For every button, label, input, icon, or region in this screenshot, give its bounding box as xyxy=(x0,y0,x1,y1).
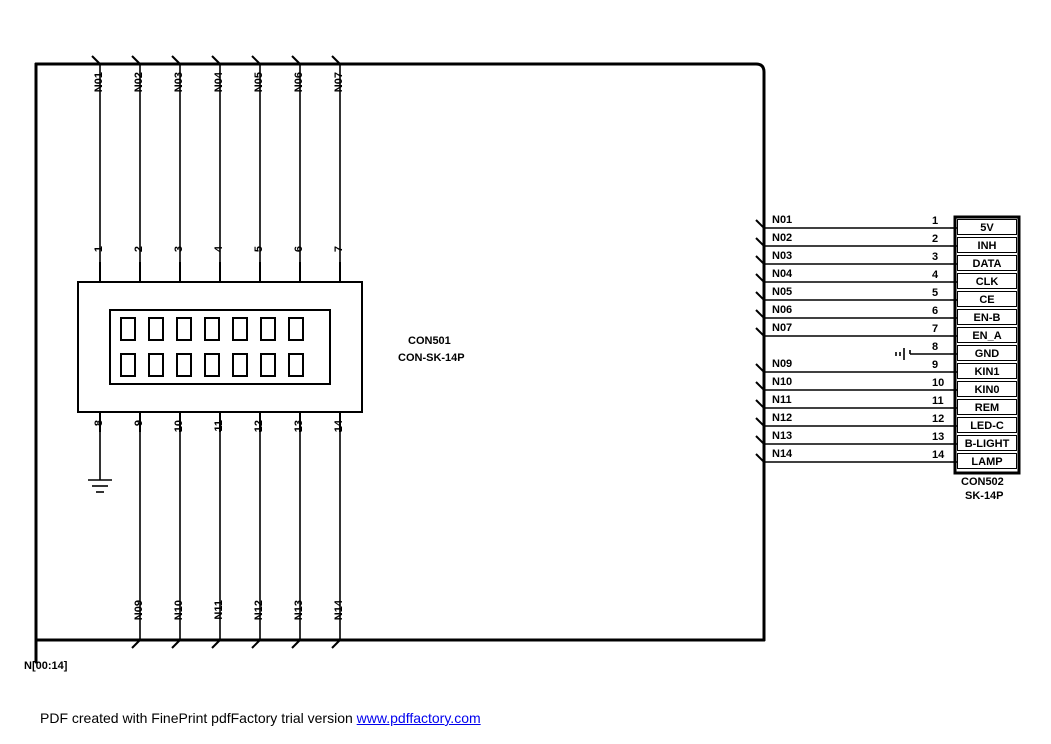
con502-pin: 11 xyxy=(932,395,944,407)
footer-link[interactable]: www.pdffactory.com xyxy=(357,710,481,726)
con502-signal-cell: CLK xyxy=(957,273,1017,289)
con502-signal-cell: B-LIGHT xyxy=(957,435,1017,451)
con501-bottom-net: N10 xyxy=(173,600,185,620)
con502-pin: 8 xyxy=(932,341,938,353)
con502-pin: 2 xyxy=(932,233,938,245)
con501-bottom-pin: 12 xyxy=(253,420,265,432)
con501-top-net: N06 xyxy=(293,72,305,92)
con502-net: N12 xyxy=(772,412,792,424)
con501-top-net: N07 xyxy=(333,72,345,92)
con501-bottom-net: N14 xyxy=(333,600,345,620)
con501-top-pin: 7 xyxy=(333,246,345,252)
con502-signal-cell: REM xyxy=(957,399,1017,415)
con502-net: N03 xyxy=(772,250,792,262)
con502-signal-cell: CE xyxy=(957,291,1017,307)
con502-net: N04 xyxy=(772,268,792,280)
con502-signal-cell: 5V xyxy=(957,219,1017,235)
con502-part: SK-14P xyxy=(965,490,1004,502)
con501-top-net: N04 xyxy=(213,72,225,92)
con502-signal-cell: EN_A xyxy=(957,327,1017,343)
con501-bottom-net: N13 xyxy=(293,600,305,620)
con501-bottom-pin: 13 xyxy=(293,420,305,432)
con502-pin: 10 xyxy=(932,377,944,389)
con501-top-pin: 4 xyxy=(213,246,225,252)
con502-net: N07 xyxy=(772,322,792,334)
con502-signal-cell: KIN0 xyxy=(957,381,1017,397)
con502-pin: 6 xyxy=(932,305,938,317)
con501-ref: CON501 xyxy=(408,335,451,347)
con502-net: N10 xyxy=(772,376,792,388)
con502-signal-cell: LAMP xyxy=(957,453,1017,469)
con502-pin: 1 xyxy=(932,215,938,227)
con501-bottom-pin: 9 xyxy=(133,420,145,426)
con502-pin: 12 xyxy=(932,413,944,425)
con501-top-net: N02 xyxy=(133,72,145,92)
con502-signal-cell: INH xyxy=(957,237,1017,253)
con502-pin: 9 xyxy=(932,359,938,371)
con501-bottom-pin: 11 xyxy=(213,420,225,432)
con502-net: N01 xyxy=(772,214,792,226)
con502-net: N06 xyxy=(772,304,792,316)
con502-net: N14 xyxy=(772,448,792,460)
schematic-diagram: CON501 CON-SK-14P N[00:14] N01 N02 N03 N04 N… xyxy=(0,0,1051,744)
con502-ref: CON502 xyxy=(961,476,1004,488)
con502-net: N13 xyxy=(772,430,792,442)
con501-bottom-net: N11 xyxy=(213,600,225,620)
con501-bottom-net: N09 xyxy=(133,600,145,620)
con501-top-net: N05 xyxy=(253,72,265,92)
pdf-footer: PDF created with FinePrint pdfFactory tr… xyxy=(40,710,481,726)
con502-pin: 14 xyxy=(932,449,944,461)
con502-net: N11 xyxy=(772,394,792,406)
con502-signal-cell: DATA xyxy=(957,255,1017,271)
con501-top-net: N03 xyxy=(173,72,185,92)
con501-part: CON-SK-14P xyxy=(398,352,465,364)
con502-net: N02 xyxy=(772,232,792,244)
con501-top-pin: 5 xyxy=(253,246,265,252)
con501-top-pin: 6 xyxy=(293,246,305,252)
footer-text: PDF created with FinePrint pdfFactory tr… xyxy=(40,710,357,726)
con501-top-net: N01 xyxy=(93,72,105,92)
con502-pin: 3 xyxy=(932,251,938,263)
con502-pin: 7 xyxy=(932,323,938,335)
con502-net: N09 xyxy=(772,358,792,370)
con501-top-pin: 3 xyxy=(173,246,185,252)
con502-net: N05 xyxy=(772,286,792,298)
con502-signal-cell: EN-B xyxy=(957,309,1017,325)
bus-label: N[00:14] xyxy=(24,660,67,672)
con502-signal-cell: KIN1 xyxy=(957,363,1017,379)
con501-bottom-net: N12 xyxy=(253,600,265,620)
con501-bottom-pin: 8 xyxy=(93,420,105,426)
con502-pin: 13 xyxy=(932,431,944,443)
con502-signal-cell: LED-C xyxy=(957,417,1017,433)
con501-bottom-pin: 14 xyxy=(333,420,345,432)
con502-pin: 4 xyxy=(932,269,938,281)
schematic-svg xyxy=(0,0,1051,744)
con502-signal-cell: GND xyxy=(957,345,1017,361)
con501-top-pin: 2 xyxy=(133,246,145,252)
con501-top-pin: 1 xyxy=(93,246,105,252)
con501-bottom-pin: 10 xyxy=(173,420,185,432)
con502-pin: 5 xyxy=(932,287,938,299)
